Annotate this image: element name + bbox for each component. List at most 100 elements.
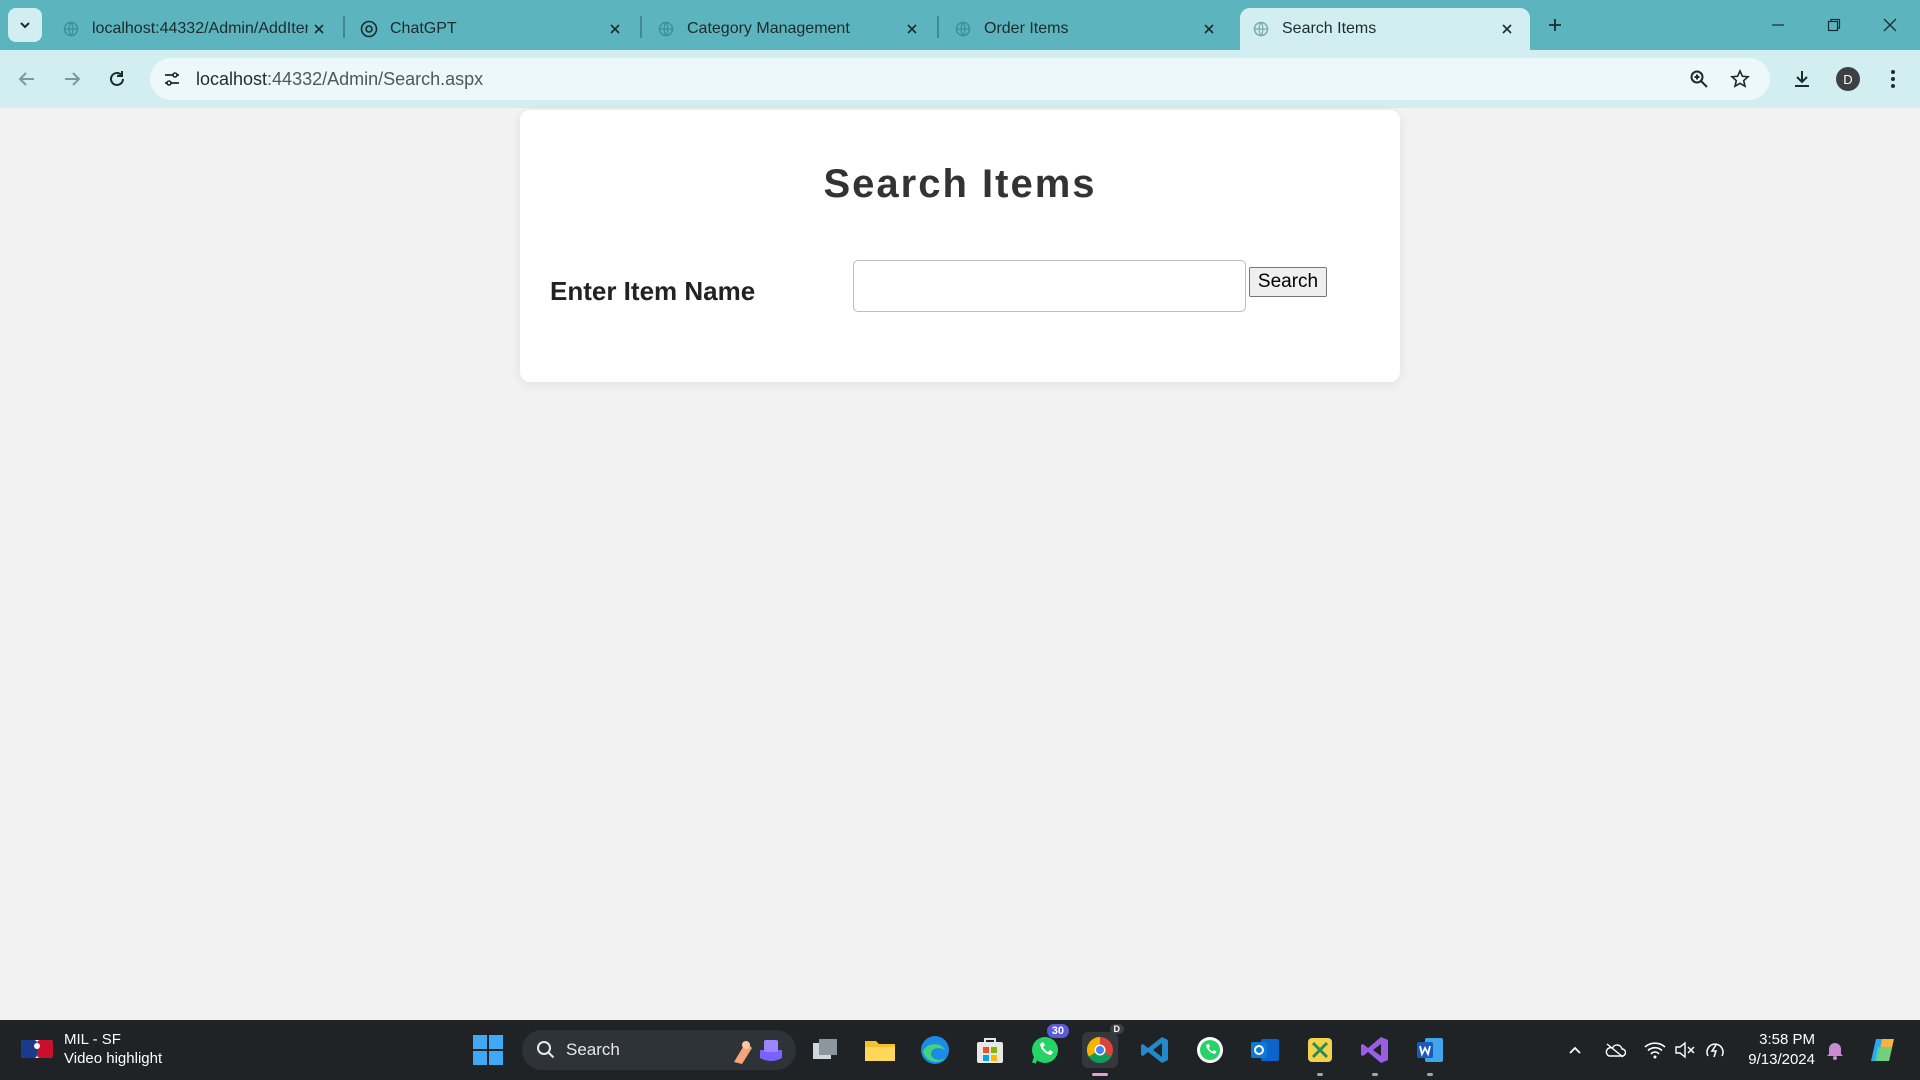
tab-title: localhost:44332/Admin/AddIter — [92, 20, 308, 37]
close-tab-icon[interactable] — [901, 18, 923, 40]
reload-button[interactable] — [100, 62, 134, 96]
store-app[interactable] — [972, 1032, 1008, 1068]
volume-muted-icon — [1675, 1041, 1695, 1059]
globe-icon — [657, 20, 675, 38]
search-icon — [537, 1041, 555, 1059]
folder-icon — [865, 1041, 895, 1061]
profile-button[interactable]: D — [1831, 62, 1865, 96]
battery-tray[interactable] — [1703, 1038, 1727, 1062]
task-view-app[interactable] — [808, 1032, 844, 1068]
whatsapp-business-app[interactable] — [1192, 1032, 1228, 1068]
tab-add-item[interactable]: localhost:44332/Admin/AddIter — [50, 8, 342, 50]
news-widget[interactable]: MIL - SF Video highlight — [20, 1030, 162, 1068]
notifications-button[interactable] — [1823, 1038, 1847, 1062]
widget-headline: MIL - SF — [64, 1031, 121, 1048]
reload-icon — [110, 71, 124, 86]
start-button[interactable] — [472, 1034, 504, 1066]
close-tab-icon[interactable] — [308, 18, 330, 40]
close-icon — [1883, 18, 1897, 32]
globe-icon — [1252, 20, 1270, 38]
cloud-offline-icon — [1605, 1043, 1626, 1058]
address-bar[interactable]: localhost:44332/Admin/Search.aspx — [150, 58, 1770, 100]
tune-icon — [165, 72, 179, 86]
snipping-tool-app[interactable] — [1302, 1032, 1338, 1076]
chrome-profile-badge: D — [1109, 1024, 1124, 1034]
back-button[interactable] — [10, 62, 44, 96]
active-indicator — [1092, 1073, 1108, 1076]
vscode-app[interactable] — [1137, 1032, 1173, 1068]
tab-order-items[interactable]: Order Items — [942, 8, 1232, 50]
page-title: Search Items — [823, 162, 1097, 206]
search-highlight-icon — [734, 1040, 782, 1064]
running-indicator — [1372, 1073, 1378, 1076]
chevron-up-icon — [1569, 1046, 1581, 1054]
tab-chatgpt[interactable]: ChatGPT — [348, 8, 638, 50]
system-clock[interactable]: 3:58 PM 9/13/2024 — [1735, 1030, 1815, 1070]
whatsapp-app[interactable]: 30 — [1027, 1024, 1069, 1068]
page-viewport: Search Items Enter Item Name Search — [0, 108, 1920, 1020]
clock-date: 9/13/2024 — [1748, 1051, 1815, 1068]
wifi-icon — [1644, 1042, 1666, 1059]
close-tab-icon[interactable] — [1496, 18, 1518, 40]
tab-divider — [937, 16, 939, 38]
volume-tray[interactable] — [1673, 1038, 1697, 1062]
scissors-icon — [1308, 1038, 1332, 1062]
forward-button[interactable] — [55, 62, 89, 96]
url-path: :44332/Admin/Search.aspx — [267, 69, 484, 89]
close-tab-icon[interactable] — [604, 18, 626, 40]
browser-menu-button[interactable] — [1876, 62, 1910, 96]
globe-icon — [62, 20, 80, 38]
taskbar-search-box[interactable]: Search — [522, 1030, 796, 1070]
windows-taskbar: MIL - SF Video highlight Search 30 D 3:5… — [0, 1020, 1920, 1080]
search-button[interactable]: Search — [1249, 267, 1327, 297]
restore-button[interactable] — [1806, 0, 1862, 50]
onedrive-tray[interactable] — [1603, 1038, 1627, 1062]
copilot-icon — [1871, 1039, 1894, 1061]
vscode-icon — [1141, 1037, 1168, 1063]
outlook-app[interactable] — [1247, 1032, 1283, 1068]
tab-title: ChatGPT — [390, 20, 457, 37]
edge-app[interactable] — [917, 1032, 953, 1068]
tab-search-button[interactable] — [8, 8, 42, 42]
running-indicator — [1317, 1073, 1323, 1076]
arrow-right-icon — [65, 72, 81, 86]
more-vertical-icon — [1891, 70, 1895, 88]
bell-icon — [1827, 1043, 1843, 1060]
tab-title: Search Items — [1282, 20, 1377, 37]
downloads-button[interactable] — [1785, 62, 1819, 96]
windows-logo-icon — [473, 1035, 503, 1065]
minimize-icon — [1772, 24, 1784, 26]
mlb-logo-icon — [21, 1040, 53, 1058]
copilot-button[interactable] — [1866, 1038, 1900, 1062]
tab-search-items[interactable]: Search Items — [1240, 8, 1530, 50]
clock-time: 3:58 PM — [1759, 1031, 1815, 1048]
close-tab-icon[interactable] — [1198, 18, 1220, 40]
site-info-button[interactable] — [156, 63, 188, 95]
url-host: localhost — [196, 69, 268, 89]
show-hidden-icons-button[interactable] — [1563, 1038, 1587, 1062]
bookmark-button[interactable] — [1728, 67, 1752, 91]
outlook-icon — [1251, 1039, 1279, 1061]
zoom-in-icon — [1690, 70, 1708, 88]
wifi-tray[interactable] — [1643, 1038, 1667, 1062]
chevron-down-icon — [20, 22, 30, 29]
search-card: Search Items Enter Item Name Search — [520, 110, 1400, 382]
item-name-input[interactable] — [853, 260, 1246, 312]
edge-icon — [921, 1036, 949, 1064]
tab-category-management[interactable]: Category Management — [645, 8, 935, 50]
close-window-button[interactable] — [1862, 0, 1918, 50]
file-explorer-app[interactable] — [862, 1032, 898, 1068]
chrome-app[interactable]: D — [1082, 1024, 1124, 1076]
visual-studio-app[interactable] — [1357, 1032, 1393, 1076]
widget-subtitle: Video highlight — [64, 1050, 163, 1067]
chatgpt-logo-icon — [360, 20, 378, 38]
tab-divider — [343, 16, 345, 38]
tab-title: Category Management — [687, 20, 850, 37]
zoom-button[interactable] — [1687, 67, 1711, 91]
visual-studio-icon — [1361, 1037, 1388, 1063]
minimize-button[interactable] — [1750, 0, 1806, 50]
new-tab-button[interactable] — [1540, 10, 1570, 40]
notification-badge: 30 — [1046, 1024, 1069, 1038]
word-app[interactable] — [1412, 1032, 1448, 1076]
tab-title: Order Items — [984, 20, 1069, 37]
